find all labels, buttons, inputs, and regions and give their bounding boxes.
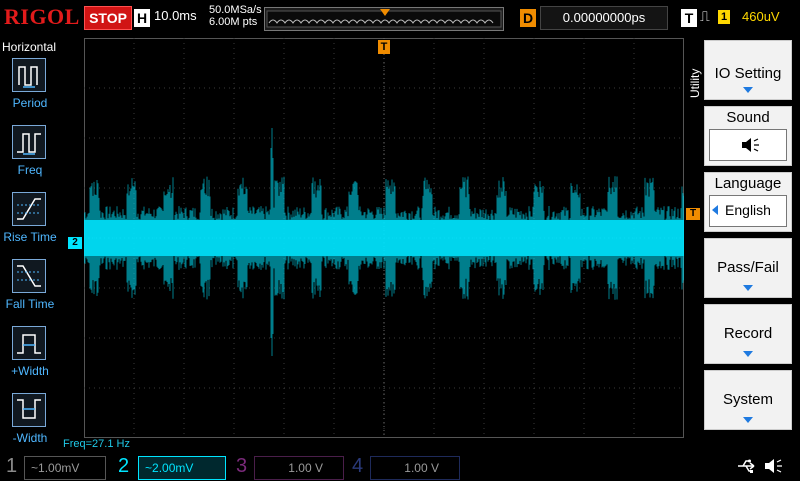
measure-negative-width-button[interactable]: -Width — [0, 393, 60, 453]
channel-3-number[interactable]: 3 — [236, 452, 247, 480]
run-stop-status[interactable]: STOP — [84, 6, 132, 30]
chevron-down-icon — [743, 285, 753, 291]
language-selector: English — [709, 195, 787, 227]
language-value: English — [725, 202, 771, 218]
channel-4-number[interactable]: 4 — [352, 452, 363, 480]
memory-waveform-overview — [266, 9, 502, 28]
delay-value[interactable]: 0.00000000ps — [540, 6, 668, 30]
positive-width-icon — [12, 326, 46, 360]
timebase-value[interactable]: 10.0ms — [154, 8, 197, 23]
trigger-level-marker[interactable]: T — [686, 208, 700, 220]
measure-period-button[interactable]: Period — [0, 58, 60, 118]
rising-edge-icon: ⎍ — [700, 8, 710, 24]
channel-1-status[interactable]: ~1.00mV — [24, 456, 106, 480]
rigol-logo: RIGOL — [4, 4, 80, 29]
measure-fall-time-button[interactable]: Fall Time — [0, 259, 60, 319]
system-button[interactable]: System — [704, 370, 792, 430]
speaker-icon[interactable] — [762, 456, 786, 481]
measure-rise-time-button[interactable]: Rise Time — [0, 192, 60, 252]
horizontal-label: H — [134, 9, 150, 27]
channel-3-status[interactable]: 1.00 V — [254, 456, 344, 480]
measure-freq-button[interactable]: Freq — [0, 125, 60, 185]
delay-label: D — [520, 9, 536, 27]
fall-time-icon — [12, 259, 46, 293]
graticule — [83, 38, 692, 438]
channel-2-offset-marker[interactable]: 2 — [68, 237, 82, 249]
sound-button[interactable]: Sound — [704, 106, 792, 166]
trigger-source: 1 — [718, 10, 730, 24]
period-icon — [12, 58, 46, 92]
chevron-down-icon — [743, 87, 753, 93]
channel-2-number[interactable]: 2 — [118, 452, 129, 480]
channel-4-status[interactable]: 1.00 V — [370, 456, 460, 480]
channel-1-number[interactable]: 1 — [6, 452, 17, 480]
language-button[interactable]: Language English — [704, 172, 792, 232]
speaker-icon — [709, 129, 787, 161]
memory-depth: 6.00M pts — [209, 16, 258, 28]
pass-fail-button[interactable]: Pass/Fail — [704, 238, 792, 298]
measure-positive-width-button[interactable]: +Width — [0, 326, 60, 386]
trigger-label: T — [681, 9, 697, 27]
rise-time-icon — [12, 192, 46, 226]
chevron-down-icon — [743, 351, 753, 357]
frequency-icon — [12, 125, 46, 159]
sample-rate: 50.0MSa/s — [209, 4, 262, 16]
trigger-position-marker[interactable]: T — [378, 40, 390, 54]
memory-position-bar[interactable] — [264, 7, 504, 31]
utility-tab: Utility — [688, 68, 702, 98]
record-button[interactable]: Record — [704, 304, 792, 364]
waveform-display[interactable] — [83, 38, 692, 438]
left-menu-title: Horizontal — [2, 40, 57, 54]
chevron-down-icon — [743, 417, 753, 423]
trigger-level[interactable]: 460uV — [742, 9, 780, 24]
acquisition-info: 50.0MSa/s 6.00M pts — [209, 4, 262, 28]
negative-width-icon — [12, 393, 46, 427]
usb-icon — [736, 458, 758, 479]
io-setting-button[interactable]: IO Setting — [704, 40, 792, 100]
channel-2-status[interactable]: ~2.00mV — [138, 456, 226, 480]
frequency-readout: Freq=27.1 Hz — [63, 438, 130, 450]
